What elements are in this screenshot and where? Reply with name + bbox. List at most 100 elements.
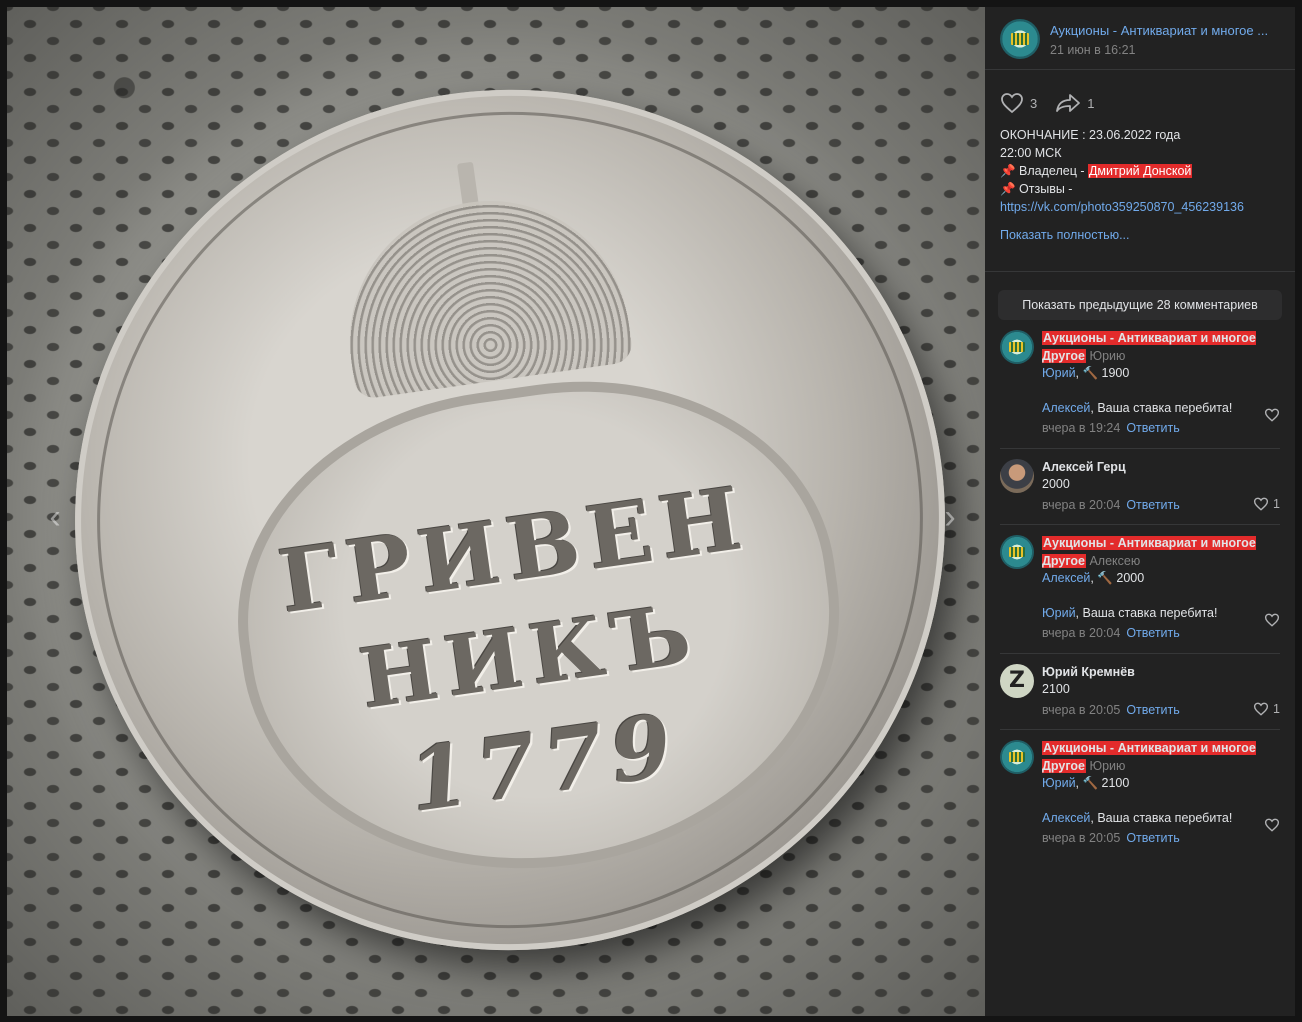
post-text: ОКОНЧАНИЕ : 23.06.2022 года 22:00 МСК 📌 … (985, 118, 1295, 216)
comment-body: Аукционы - Антиквариат и многое Другое Ю… (1042, 740, 1280, 848)
comment-like-button[interactable] (1264, 613, 1280, 627)
mention-link[interactable]: Алексей (1042, 571, 1090, 585)
reply-to: Алексею (1089, 553, 1141, 568)
comment-header: Аукционы - Антиквариат и многое Другое Ю… (1042, 740, 1280, 775)
comment-meta: вчера в 19:24 Ответить (1042, 420, 1280, 438)
group-avatar[interactable] (1000, 535, 1034, 569)
comment-text: 2100 (1042, 682, 1070, 696)
reply-to: Юрию (1089, 758, 1126, 773)
comment-like-button[interactable]: 1 (1253, 497, 1280, 511)
comment-time[interactable]: вчера в 20:04 (1042, 625, 1120, 643)
comment-text-2: Юрий, Ваша ставка перебита! (1042, 605, 1280, 623)
comment-author[interactable]: Алексей Герц (1042, 459, 1280, 477)
prev-photo-arrow-icon[interactable]: ‹ (43, 497, 67, 537)
comment-outbid: , Ваша ставка перебита! (1090, 810, 1233, 825)
side-panel: Аукционы - Антиквариат и многое ... 21 и… (985, 7, 1295, 1016)
reply-button[interactable]: Ответить (1126, 702, 1179, 720)
reply-button[interactable]: Ответить (1126, 625, 1179, 643)
photo-viewer: ГРИВЕН НИКЪ 1779 ‹ › Аукционы - Антиквар… (0, 0, 1302, 1022)
comment-header: Аукционы - Антиквариат и многое Другое Ю… (1042, 330, 1280, 365)
like-count: 3 (1030, 95, 1038, 111)
comment-gap (1042, 588, 1280, 605)
group-name-link[interactable]: Аукционы - Антиквариат и многое ... (1050, 23, 1290, 38)
comment-bid: , 🔨 2100 (1075, 776, 1130, 790)
comment-meta: вчера в 20:04 Ответить (1042, 497, 1280, 515)
group-avatar[interactable] (1000, 740, 1034, 774)
mention-link[interactable]: Алексей (1042, 401, 1090, 415)
comment-gap (1042, 793, 1280, 810)
comment-like-button[interactable] (1264, 408, 1280, 422)
user-avatar[interactable] (1000, 458, 1034, 493)
post-line-end: ОКОНЧАНИЕ : 23.06.2022 года (1000, 128, 1181, 142)
comment-author[interactable]: Юрий Кремнёв (1042, 664, 1280, 682)
heart-icon (1264, 818, 1280, 832)
comment-like-count: 1 (1273, 496, 1280, 511)
post-date[interactable]: 21 июн в 16:21 (1050, 43, 1290, 57)
heart-icon (1253, 702, 1269, 716)
reply-button[interactable]: Ответить (1126, 830, 1179, 848)
comment-time[interactable]: вчера в 19:24 (1042, 420, 1120, 438)
heart-icon (1264, 613, 1280, 627)
show-more-link[interactable]: Показать полностью... (985, 216, 1295, 263)
comment-gap (1042, 383, 1280, 400)
comment-like-count: 1 (1273, 701, 1280, 716)
comment: Z Юрий Кремнёв 2100 вчера в 20:05 Ответит… (1000, 654, 1280, 720)
like-button[interactable]: 3 (1000, 92, 1037, 114)
group-avatar[interactable] (1000, 19, 1040, 59)
heart-icon (1264, 408, 1280, 422)
comment-like-button[interactable] (1264, 818, 1280, 832)
post-actions: 3 1 (985, 70, 1295, 118)
mention-link[interactable]: Алексей (1042, 811, 1090, 825)
mention-link[interactable]: Юрий (1042, 366, 1076, 380)
owner-name[interactable]: Дмитрий Донской (1087, 164, 1193, 178)
next-photo-arrow-icon[interactable]: › (938, 497, 962, 537)
comment-time[interactable]: вчера в 20:05 (1042, 830, 1120, 848)
reply-to: Юрию (1089, 348, 1126, 363)
comment-time[interactable]: вчера в 20:05 (1042, 702, 1120, 720)
comment-time[interactable]: вчера в 20:04 (1042, 497, 1120, 515)
comment-outbid: , Ваша ставка перебита! (1075, 605, 1218, 620)
comment-author[interactable]: Аукционы - Антиквариат и многое Другое (1042, 331, 1256, 363)
owner-label: 📌 Владелец - (1000, 164, 1088, 178)
comment-outbid: , Ваша ставка перебита! (1090, 400, 1233, 415)
post-line-time: 22:00 МСК (1000, 146, 1062, 160)
comment-bid: , 🔨 1900 (1075, 366, 1130, 380)
comment-like-button[interactable]: 1 (1253, 702, 1280, 716)
comment-body: Алексей Герц 2000 вчера в 20:04 Ответить (1042, 459, 1280, 515)
comment-text: Юрий, 🔨 1900 (1042, 365, 1280, 383)
comment-text: 2000 (1042, 477, 1070, 491)
mention-link[interactable]: Юрий (1042, 606, 1076, 620)
reply-button[interactable]: Ответить (1126, 497, 1179, 515)
share-count: 1 (1087, 95, 1095, 111)
comment: Аукционы - Антиквариат и многое Другое А… (1000, 525, 1280, 643)
user-avatar[interactable]: Z (1000, 663, 1034, 698)
heart-icon (1253, 497, 1269, 511)
comment-text-2: Алексей, Ваша ставка перебита! (1042, 810, 1280, 828)
comment-header: Аукционы - Антиквариат и многое Другое А… (1042, 535, 1280, 570)
comment-meta: вчера в 20:05 Ответить (1042, 702, 1280, 720)
post-header: Аукционы - Антиквариат и многое ... 21 и… (985, 7, 1295, 70)
group-avatar[interactable] (1000, 330, 1034, 364)
mention-link[interactable]: Юрий (1042, 776, 1076, 790)
reply-button[interactable]: Ответить (1126, 420, 1179, 438)
comment: Алексей Герц 2000 вчера в 20:04 Ответить … (1000, 449, 1280, 515)
comment-meta: вчера в 20:05 Ответить (1042, 830, 1280, 848)
post-line-owner: 📌 Владелец - Дмитрий Донской (1000, 162, 1280, 180)
divider (985, 271, 1295, 272)
comment-body: Юрий Кремнёв 2100 вчера в 20:05 Ответить (1042, 664, 1280, 720)
comment-text-2: Алексей, Ваша ставка перебита! (1042, 400, 1280, 418)
comment-author[interactable]: Аукционы - Антиквариат и многое Другое (1042, 536, 1256, 568)
comment-meta: вчера в 20:04 Ответить (1042, 625, 1280, 643)
reviews-link[interactable]: https://vk.com/photo359250870_456239136 (1000, 198, 1280, 216)
comment: Аукционы - Антиквариат и многое Другое Ю… (1000, 730, 1280, 848)
share-button[interactable]: 1 (1055, 93, 1094, 113)
comment-body: Аукционы - Антиквариат и многое Другое Ю… (1042, 330, 1280, 438)
heart-icon (1001, 93, 1023, 114)
post-line-reviews: 📌 Отзывы - (1000, 182, 1073, 196)
comment-author[interactable]: Аукционы - Антиквариат и многое Другое (1042, 741, 1256, 773)
comment: Аукционы - Антиквариат и многое Другое Ю… (1000, 320, 1280, 438)
post-photo[interactable]: ГРИВЕН НИКЪ 1779 ‹ › (7, 7, 985, 1016)
show-previous-comments-button[interactable]: Показать предыдущие 28 комментариев (998, 290, 1282, 320)
comments-list: Аукционы - Антиквариат и многое Другое Ю… (985, 320, 1295, 848)
comment-text: Юрий, 🔨 2100 (1042, 775, 1280, 793)
